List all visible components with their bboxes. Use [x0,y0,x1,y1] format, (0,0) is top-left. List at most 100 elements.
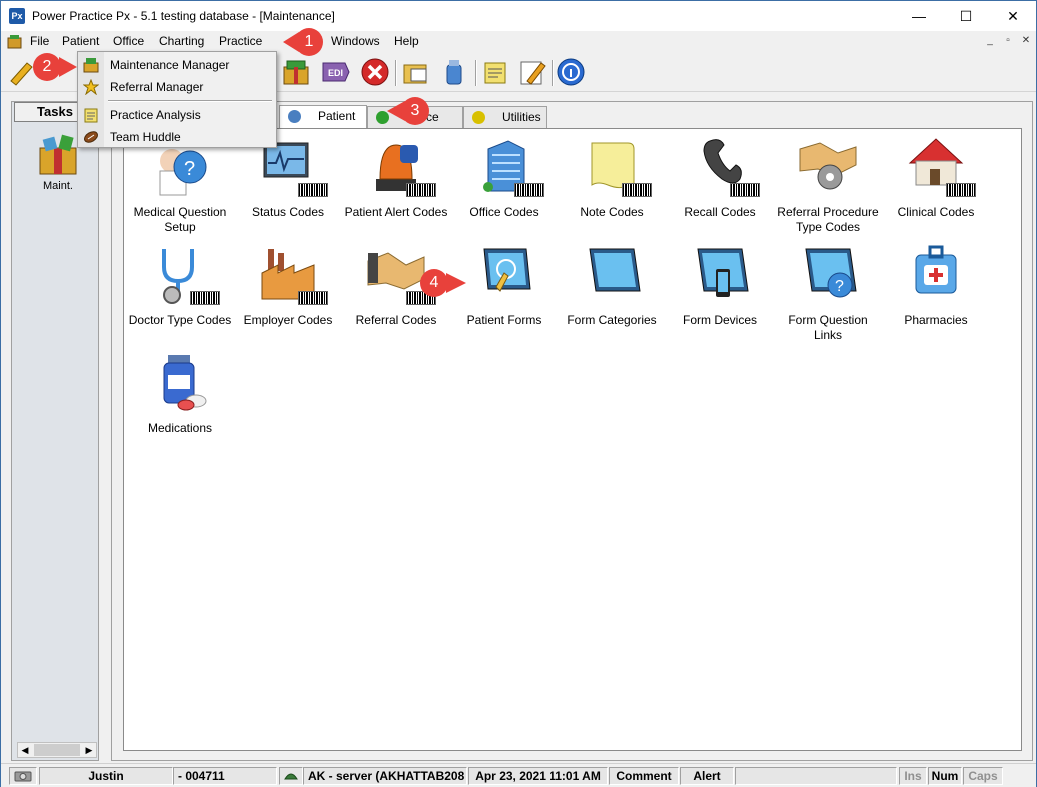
status-num: Num [928,767,962,785]
tablet-question-icon: ? [805,248,857,298]
clinical-codes-tile[interactable]: Clinical Codes [882,135,990,240]
tablet-pen-icon [483,248,531,292]
tab-patient[interactable]: Patient [279,105,367,128]
status-server-icon [279,767,303,785]
icon-label: Pharmacies [904,313,968,327]
utilities-tab-icon [472,111,485,124]
status-comment[interactable]: Comment [609,767,679,785]
menu-charting[interactable]: Charting [157,34,206,48]
status-codes-tile[interactable]: Status Codes [234,135,342,240]
icon-label: Note Codes [580,205,644,219]
callout-number: 3 [401,97,429,125]
maintenance-box-icon [83,58,99,73]
icon-label: Referral Procedure Type Codes [777,205,879,234]
recall-codes-tile[interactable]: Recall Codes [666,135,774,240]
status-empty-panel [735,767,897,785]
menu-office[interactable]: Office [111,34,146,48]
callout-arrow [446,273,466,293]
maximize-button[interactable]: ☐ [943,1,989,31]
status-datetime: Apr 23, 2021 11:01 AM [468,767,608,785]
close-button[interactable]: ✕ [990,1,1036,31]
status-user-id: - 004711 [173,767,277,785]
task-maint-label: Maint. [43,180,73,192]
tablet-icon [589,248,641,292]
toolbar-folder-icon[interactable] [401,57,431,87]
toolbar-info-icon[interactable] [556,57,586,87]
icon-label: Recall Codes [684,205,756,219]
status-camera-icon[interactable] [9,767,37,785]
app-window: Px Power Practice Px - 5.1 testing datab… [0,0,1037,787]
status-alert[interactable]: Alert [680,767,734,785]
barcode-icon [946,183,976,197]
menu-item-referral-manager[interactable]: Referral Manager [78,76,276,98]
barcode-icon [730,183,760,197]
icon-label: Office Codes [469,205,539,219]
icon-label: Doctor Type Codes [128,313,232,327]
pharmacies-tile[interactable]: Pharmacies [882,243,990,348]
tab-utilities[interactable]: Utilities [463,106,547,128]
note-codes-tile[interactable]: Note Codes [558,135,666,240]
tasks-horizontal-scrollbar[interactable]: ◀ ▶ [17,742,97,758]
form-question-links-tile[interactable]: ? Form Question Links [774,243,882,348]
icon-label: Referral Codes [355,313,437,327]
menu-item-practice-analysis[interactable]: Practice Analysis [78,104,276,126]
callout-2: 2 [33,53,85,81]
menu-item-team-huddle[interactable]: Team Huddle [78,126,276,148]
menu-separator [108,100,272,102]
toolbar-maintenance-icon[interactable] [281,57,311,87]
doctor-type-codes-tile[interactable]: Doctor Type Codes [126,243,234,348]
mdi-minimize-button[interactable]: _ [983,35,997,48]
menu-item-maintenance-manager[interactable]: Maintenance Manager [78,54,276,76]
menu-windows[interactable]: Windows [329,34,382,48]
employer-codes-tile[interactable]: Employer Codes [234,243,342,348]
toolbar-cancel-icon[interactable] [360,57,390,87]
scroll-left-icon[interactable]: ◀ [18,743,32,757]
mdi-app-icon[interactable] [7,34,22,49]
icon-label: Form Question Links [788,313,868,342]
mdi-restore-button[interactable]: ▫ [1001,35,1015,48]
barcode-icon [514,183,544,197]
barcode-icon [298,183,328,197]
barcode-icon [406,183,436,197]
toolbar-edi-icon[interactable]: EDI [321,57,351,87]
referral-procedure-type-codes-tile[interactable]: Referral Procedure Type Codes [774,135,882,240]
form-devices-tile[interactable]: Form Devices [666,243,774,348]
menu-practice[interactable]: Practice [217,34,264,48]
minimize-button[interactable]: — [896,1,942,31]
medical-question-setup-tile[interactable]: ? Medical Question Setup [126,135,234,240]
icon-label: Medications [147,421,213,435]
toolbar-separator [395,60,397,86]
callout-number: 1 [295,28,323,56]
toolbar-separator [552,60,554,86]
menu-patient[interactable]: Patient [60,34,101,48]
icon-label: Clinical Codes [897,205,975,219]
mdi-close-button[interactable]: ✕ [1019,35,1033,48]
patient-alert-codes-tile[interactable]: Patient Alert Codes [342,135,450,240]
toolbar-bottle-icon[interactable] [439,57,469,87]
icon-label: Patient Alert Codes [344,205,448,219]
toolbar-notes-icon[interactable] [480,57,510,87]
form-categories-tile[interactable]: Form Categories [558,243,666,348]
status-ins: Ins [899,767,927,785]
menu-file[interactable]: File [28,34,51,48]
callout-arrow [59,57,77,77]
menu-help[interactable]: Help [392,34,421,48]
barcode-icon [190,291,220,305]
barcode-icon [622,183,652,197]
status-server: AK - server (AKHATTAB208 [303,767,467,785]
medications-tile[interactable]: Medications [126,351,234,456]
scrollbar-thumb[interactable] [34,744,80,756]
callout-3: 3 [387,97,441,125]
toolbar-edit-icon[interactable] [517,57,547,87]
callout-number: 2 [33,53,61,81]
handshake-gear-icon [799,142,857,190]
window-title: Power Practice Px - 5.1 testing database… [32,9,335,23]
office-codes-tile[interactable]: Office Codes [450,135,558,240]
svg-text:EDI: EDI [328,68,343,78]
menu-item-label: Referral Manager [110,80,204,94]
scroll-right-icon[interactable]: ▶ [82,743,96,757]
tasks-panel: Tasks Maint. [11,101,99,761]
callout-1: 1 [283,28,335,56]
callout-number: 4 [420,269,448,297]
star-icon [83,79,99,95]
